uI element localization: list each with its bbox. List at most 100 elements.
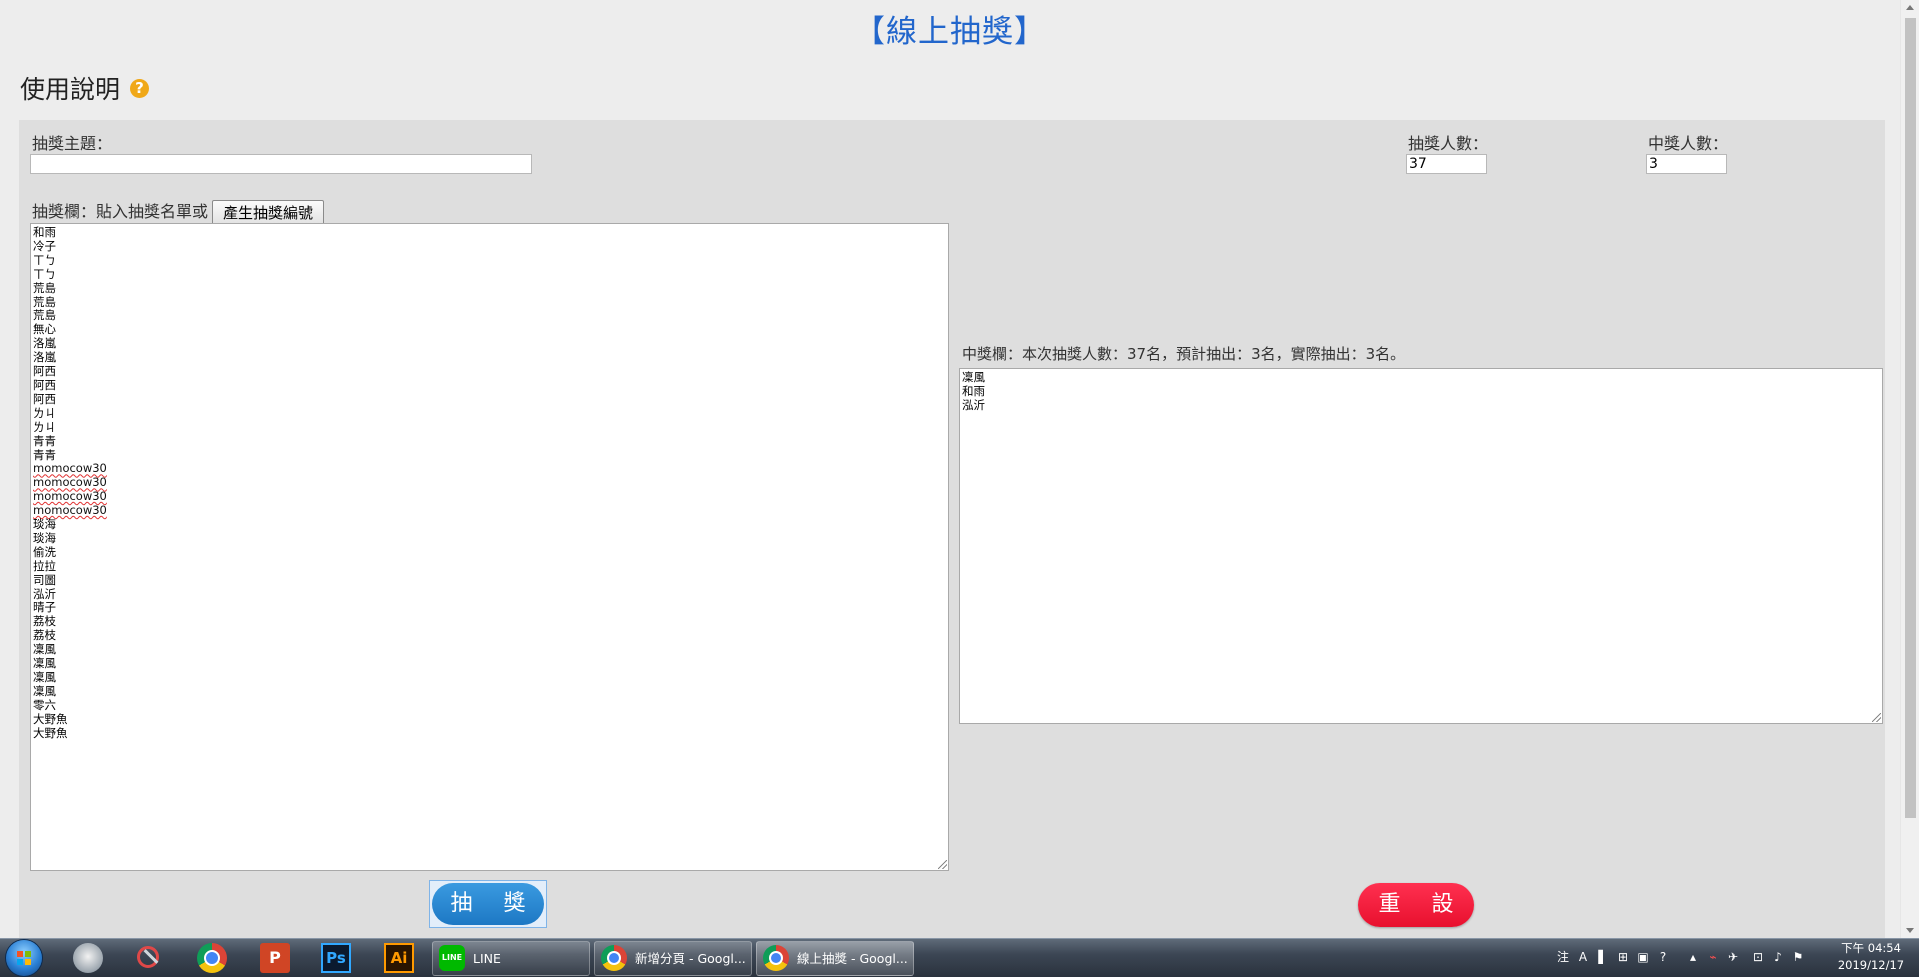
taskbar-item-label: 新增分頁 - Googl... (635, 951, 746, 966)
illustrator-icon[interactable]: Ai (384, 943, 414, 973)
participants-label: 抽獎人數： (1408, 134, 1489, 153)
draw-button-focus-ring[interactable]: 抽 獎 (429, 880, 547, 928)
resize-grip-icon[interactable] (1872, 713, 1881, 722)
entry-line: 大野魚 (33, 725, 68, 740)
page-viewport: 【線上抽獎】 使用說明 ? 抽獎主題： 抽獎人數： 37 中獎人數： 3 抽獎欄… (0, 0, 1900, 938)
network-icon[interactable]: ⊡ (1751, 949, 1765, 965)
windows-start-icon[interactable] (6, 940, 42, 976)
entry-line: 琰海 (33, 530, 56, 545)
action-center-flag-icon[interactable]: ⚑ (1791, 949, 1805, 965)
entry-line: momocow30 (33, 503, 107, 518)
lottery-panel: 抽獎主題： 抽獎人數： 37 中獎人數： 3 抽獎欄：貼入抽獎名單或 產生抽獎編號… (19, 120, 1885, 938)
taskbar-item-line[interactable]: LINE LINE (432, 941, 590, 976)
ime-help-icon[interactable]: ? (1656, 949, 1670, 965)
winners-count-label: 中獎人數： (1648, 134, 1729, 153)
entry-line: 和雨 (33, 225, 56, 239)
winner-line: 和雨 (962, 383, 985, 398)
entry-line: 泓沂 (33, 586, 56, 601)
entry-line: momocow30 (33, 489, 107, 504)
entry-line: 洛嵐 (33, 350, 56, 365)
show-hidden-icons-icon[interactable]: ▴ (1686, 949, 1700, 965)
entry-line: 晴子 (33, 600, 56, 615)
topic-label: 抽獎主題： (32, 134, 113, 153)
cat-app-icon[interactable] (73, 943, 103, 973)
ime-pad-icon[interactable]: ▣ (1636, 949, 1650, 965)
entry-line: 洛嵐 (33, 336, 56, 351)
powerpoint-icon[interactable]: P (260, 943, 290, 973)
font-mode-icon[interactable]: A (1576, 949, 1590, 965)
entry-line: 荒島 (33, 308, 56, 323)
result-label: 中獎欄：本次抽獎人數：37名，預計抽出：3名，實際抽出：3名。 (962, 345, 1406, 363)
taskbar-item-label: LINE (473, 951, 501, 966)
scroll-up-icon[interactable] (1906, 5, 1914, 10)
entry-line: 琰海 (33, 517, 56, 532)
volume-icon[interactable]: ♪ (1771, 949, 1785, 965)
topic-input[interactable] (30, 154, 532, 174)
taskbar-item-chrome-newtab[interactable]: 新增分頁 - Googl... (594, 941, 752, 976)
entry-line: ㄒㄅ (33, 252, 56, 267)
entry-line: 凜風 (33, 656, 56, 671)
ime-icon[interactable]: 注 (1556, 949, 1570, 965)
clock[interactable]: 下午 04:54 2019/12/17 (1826, 940, 1916, 974)
winners-count-input[interactable]: 3 (1646, 154, 1727, 174)
entry-header: 抽獎欄：貼入抽獎名單或 產生抽獎編號 (32, 198, 325, 225)
winner-line: 凜風 (962, 370, 985, 384)
photoshop-icon[interactable]: Ps (321, 943, 351, 973)
reset-button[interactable]: 重 設 (1358, 883, 1474, 927)
entry-line: momocow30 (33, 461, 107, 476)
entry-line: 荔枝 (33, 614, 56, 629)
chrome-icon (763, 945, 789, 971)
scroll-down-icon[interactable] (1906, 928, 1914, 933)
taskbar-item-label: 線上抽獎 - Googl... (797, 951, 908, 966)
keyboard-icon[interactable]: ⊞ (1616, 949, 1630, 965)
entry-line: 零六 (33, 697, 56, 712)
entry-line: 大野魚 (33, 711, 68, 726)
draw-button[interactable]: 抽 獎 (432, 883, 544, 925)
system-tray: 注 A ▌ ⊞ ▣ ? ▴ ⌁ ✈ ⊡ ♪ ⚑ (1556, 949, 1822, 967)
page-title: 【線上抽獎】 (854, 14, 1046, 50)
taskbar-item-chrome-lottery[interactable]: 線上抽獎 - Googl... (756, 941, 914, 976)
vertical-scrollbar[interactable] (1900, 0, 1919, 938)
width-mode-icon[interactable]: ▌ (1596, 949, 1610, 965)
scrollbar-thumb[interactable] (1905, 18, 1916, 818)
help-icon[interactable]: ? (130, 78, 150, 98)
entry-line: 拉拉 (33, 558, 56, 573)
entry-line: 偷洗 (33, 544, 56, 559)
entry-line: 青青 (33, 447, 56, 462)
usage-label: 使用說明 (20, 75, 121, 104)
app-tray-icon[interactable]: ✈ (1726, 949, 1740, 965)
entry-line: 荒島 (33, 294, 56, 309)
entry-line: 荒島 (33, 280, 56, 295)
entry-line: momocow30 (33, 475, 107, 490)
entry-line: 荔枝 (33, 628, 56, 643)
entry-line: 冷子 (33, 238, 56, 253)
entry-line: ㄌㄐ (33, 419, 56, 434)
entry-line: 無心 (33, 322, 56, 337)
resize-grip-icon[interactable] (938, 860, 947, 869)
clock-date: 2019/12/17 (1837, 958, 1905, 972)
entry-line: 凜風 (33, 642, 56, 657)
entry-line: 阿西 (33, 391, 56, 406)
entry-line: 司圖 (33, 572, 56, 587)
winner-line: 泓沂 (962, 397, 985, 412)
snipping-tool-icon[interactable] (134, 943, 164, 973)
entry-line: 阿西 (33, 377, 56, 392)
winners-textarea[interactable]: 凜風 和雨 泓沂 (959, 368, 1883, 724)
entry-line: 凜風 (33, 670, 56, 684)
entry-line: 阿西 (33, 364, 56, 379)
generate-numbers-button[interactable]: 產生抽獎編號 (212, 200, 325, 225)
taskbar: P Ps Ai LINE LINE 新增分頁 - Googl... 線上抽獎 -… (0, 938, 1919, 977)
antivirus-icon[interactable]: ⌁ (1706, 949, 1720, 965)
entry-line: 青青 (33, 433, 56, 448)
entry-label: 抽獎欄：貼入抽獎名單或 (32, 202, 209, 221)
participants-input[interactable]: 37 (1406, 154, 1487, 174)
chrome-icon (601, 945, 627, 971)
entry-line: 凜風 (33, 683, 56, 698)
entry-line: ㄌㄐ (33, 405, 56, 420)
clock-time: 下午 04:54 (1841, 941, 1901, 955)
line-app-icon: LINE (439, 945, 465, 971)
entry-line: ㄒㄅ (33, 266, 56, 281)
usage-instructions[interactable]: 使用說明 ? (20, 70, 150, 106)
chrome-icon[interactable] (197, 943, 227, 973)
entries-textarea[interactable]: 和雨 冷子 ㄒㄅ ㄒㄅ 荒島 荒島 荒島 無心 洛嵐 洛嵐 阿西 阿西 阿西 ㄌㄐ ㄌㄐ 青青 青青 momoco… (30, 223, 949, 871)
